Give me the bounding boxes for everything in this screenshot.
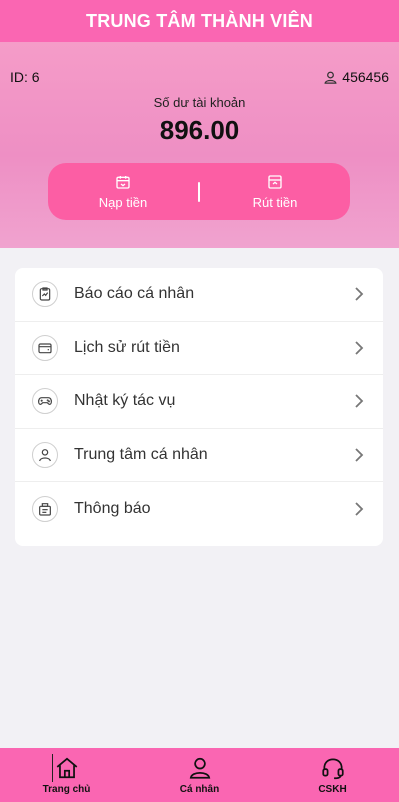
withdraw-icon: [268, 174, 282, 189]
report-chart-icon: [32, 281, 58, 308]
user-icon: [324, 71, 337, 84]
withdraw-button[interactable]: Rút tiền: [200, 163, 350, 220]
tab-profile[interactable]: Cá nhân: [133, 748, 266, 802]
chevron-right-icon: [355, 394, 364, 409]
app-header: TRUNG TÂM THÀNH VIÊN: [0, 0, 399, 42]
menu-item-label: Thông báo: [74, 500, 151, 518]
username-display: 456456: [323, 69, 389, 85]
home-icon: [56, 757, 77, 779]
headset-icon: [321, 758, 344, 780]
wallet-icon: [32, 334, 58, 361]
tab-label: Cá nhân: [179, 784, 220, 795]
menu-item-task-log[interactable]: Nhật ký tác vụ: [15, 375, 383, 429]
menu-item-label: Lịch sử rút tiền: [74, 338, 180, 356]
chevron-right-icon: [355, 448, 364, 462]
deposit-icon: [116, 175, 130, 189]
tab-home[interactable]: Trang chủ: [0, 748, 133, 802]
menu-item-personal-report[interactable]: Báo cáo cá nhân: [15, 268, 383, 322]
menu-item-label: Báo cáo cá nhân: [74, 285, 195, 303]
menu-item-label: Trung tâm cá nhân: [74, 446, 208, 464]
user-icon: [32, 442, 58, 469]
user-icon: [189, 757, 210, 779]
withdraw-label: Rút tiền: [252, 194, 298, 210]
username-value: 456456: [342, 69, 389, 85]
chevron-right-icon: [355, 341, 364, 355]
chevron-right-icon: [355, 287, 364, 301]
wallet-actions: Nạp tiền Rút tiền: [48, 163, 350, 220]
tab-divider: [52, 754, 53, 782]
menu-list: Báo cáo cá nhân Lịch sử rút tiền Nhật ký…: [15, 268, 383, 546]
deposit-label: Nạp tiền: [98, 194, 148, 210]
page-title: TRUNG TÂM THÀNH VIÊN: [86, 10, 313, 31]
menu-item-personal-center[interactable]: Trung tâm cá nhân: [15, 429, 383, 483]
menu-item-label: Nhật ký tác vụ: [74, 392, 176, 410]
account-banner: ID: 6 456456 Số dư tài khoản 896.00 Nạp …: [0, 42, 399, 248]
menu-item-withdraw-history[interactable]: Lịch sử rút tiền: [15, 322, 383, 376]
bottom-tab-bar: Trang chủ Cá nhân CSKH: [0, 748, 399, 802]
tab-label: Trang chủ: [42, 784, 91, 795]
tab-customer-service[interactable]: CSKH: [266, 748, 399, 802]
balance-value: 896.00: [159, 115, 240, 145]
menu-item-notifications[interactable]: Thông báo: [15, 482, 383, 536]
balance-label: Số dư tài khoản: [153, 95, 246, 110]
notification-icon: [32, 496, 58, 523]
chevron-right-icon: [355, 502, 364, 516]
user-id: ID: 6: [10, 69, 40, 85]
tab-label: CSKH: [318, 784, 347, 795]
deposit-button[interactable]: Nạp tiền: [48, 163, 198, 220]
gamepad-icon: [32, 388, 58, 415]
